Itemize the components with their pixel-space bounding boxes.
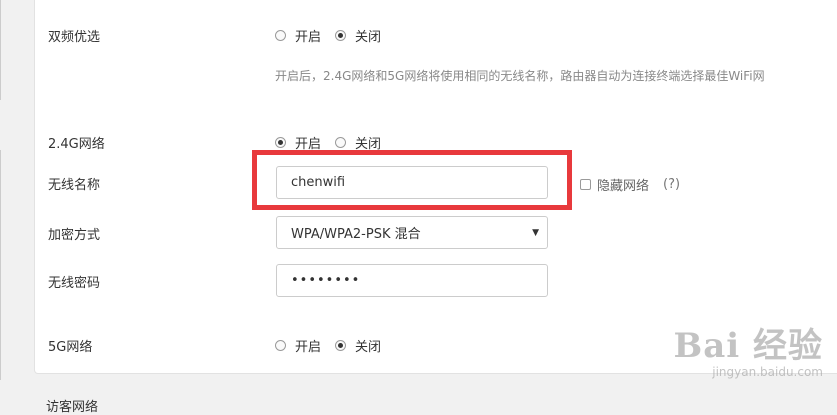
ssid-label: 无线名称	[48, 178, 101, 193]
hide-network-label: 隐藏网络	[597, 179, 650, 194]
radio-selected-icon	[335, 30, 347, 41]
radio-selected-icon	[335, 340, 347, 351]
radio-label: 开启	[295, 30, 322, 45]
radio-icon	[275, 30, 286, 41]
password-label: 无线密码	[48, 276, 101, 291]
band-24g-on-radio[interactable]: 开启	[275, 133, 321, 152]
dual-band-radio-group: 开启 关闭	[275, 26, 395, 45]
guest-network-label: 访客网络	[46, 400, 99, 415]
encryption-select[interactable]: WPA/WPA2-PSK 混合 ▼	[276, 216, 548, 249]
radio-icon	[335, 137, 347, 148]
dual-band-off-radio[interactable]: 关闭	[335, 26, 381, 45]
radio-icon	[275, 340, 286, 351]
dual-band-on-radio[interactable]: 开启	[275, 26, 321, 45]
band-5g-on-radio[interactable]: 开启	[275, 336, 321, 355]
radio-label: 关闭	[355, 137, 382, 152]
band-5g-radio-group: 开启 关闭	[275, 336, 395, 355]
checkbox-icon	[580, 179, 591, 190]
password-value: ••••••••	[291, 273, 361, 288]
band-24g-label: 2.4G网络	[48, 137, 105, 152]
help-icon[interactable]: (?)	[663, 177, 680, 192]
dual-band-description: 开启后，2.4G网络和5G网络将使用相同的无线名称，路由器自动为连接终端选择最佳…	[275, 69, 765, 83]
dual-band-label: 双频优选	[48, 30, 101, 45]
band-5g-off-radio[interactable]: 关闭	[335, 336, 381, 355]
band-24g-radio-group: 开启 关闭	[275, 133, 395, 152]
left-edge-line	[0, 0, 1, 100]
hide-network-checkbox[interactable]: 隐藏网络 (?)	[580, 175, 680, 194]
band-5g-label: 5G网络	[48, 340, 93, 355]
radio-label: 开启	[295, 340, 322, 355]
password-input[interactable]: ••••••••	[276, 264, 548, 297]
radio-label: 开启	[295, 137, 322, 152]
encryption-label: 加密方式	[48, 228, 101, 243]
radio-label: 关闭	[355, 340, 382, 355]
radio-label: 关闭	[355, 30, 382, 45]
left-edge-line	[0, 150, 1, 380]
encryption-value: WPA/WPA2-PSK 混合	[291, 227, 421, 242]
radio-selected-icon	[275, 137, 286, 148]
ssid-input[interactable]: chenwifi	[276, 166, 548, 199]
dropdown-arrow-icon: ▼	[532, 227, 539, 238]
ssid-value: chenwifi	[291, 175, 346, 190]
band-24g-off-radio[interactable]: 关闭	[335, 133, 381, 152]
